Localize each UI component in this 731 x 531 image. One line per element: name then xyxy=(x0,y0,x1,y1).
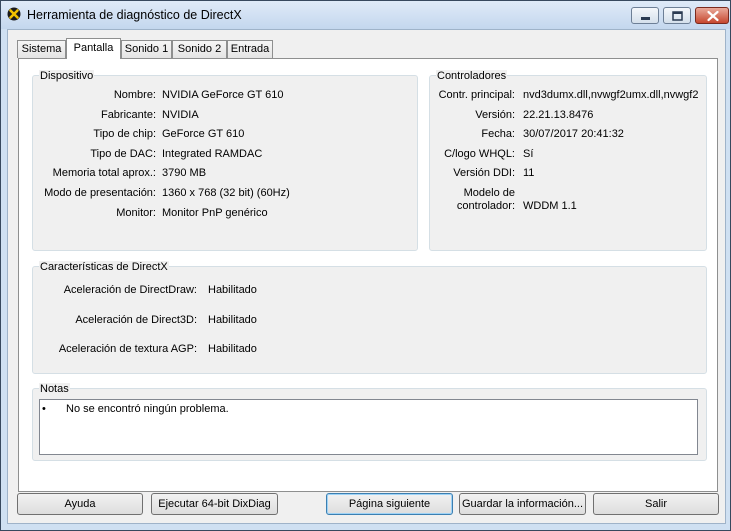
maximize-icon xyxy=(672,11,683,21)
tab-sonido-1[interactable]: Sonido 1 xyxy=(121,40,172,58)
direct3d-accel-value: Habilitado xyxy=(208,314,257,326)
directdraw-accel-label: Aceleración de DirectDraw: xyxy=(63,284,197,296)
chip-type-label: Tipo de chip: xyxy=(93,128,156,140)
notes-text: No se encontró ningún problema. xyxy=(66,403,229,415)
tab-sonido-2[interactable]: Sonido 2 xyxy=(172,40,227,58)
monitor-label: Monitor: xyxy=(116,207,156,219)
notes-title: Notas xyxy=(39,383,70,395)
manufacturer-value: NVIDIA xyxy=(162,109,199,121)
ddi-version-value: 11 xyxy=(523,167,535,179)
main-driver-label: Contr. principal: xyxy=(438,89,515,101)
device-name-label: Nombre: xyxy=(113,89,156,101)
notes-bullet: • xyxy=(42,403,46,415)
close-icon xyxy=(707,10,719,22)
tab-sistema[interactable]: Sistema xyxy=(17,40,66,58)
whql-label: C/logo WHQL: xyxy=(444,148,515,160)
driver-model-value: WDDM 1.1 xyxy=(523,200,577,212)
dxdiag-window: Herramienta de diagnóstico de DirectX Si… xyxy=(0,0,731,531)
tab-pantalla[interactable]: Pantalla xyxy=(66,38,121,59)
driver-version-label: Versión: xyxy=(475,109,515,121)
directx-icon xyxy=(7,7,21,21)
manufacturer-label: Fabricante: xyxy=(100,109,156,121)
ddi-version-label: Versión DDI: xyxy=(453,167,515,179)
driver-version-value: 22.21.13.8476 xyxy=(523,109,594,121)
total-memory-label: Memoria total aprox.: xyxy=(52,167,156,179)
dac-type-label: Tipo de DAC: xyxy=(90,148,156,160)
maximize-button[interactable] xyxy=(663,7,691,24)
total-memory-value: 3790 MB xyxy=(162,167,207,179)
next-page-button[interactable]: Página siguiente xyxy=(326,493,453,515)
run-64bit-dxdiag-button[interactable]: Ejecutar 64-bit DixDiag xyxy=(151,493,278,515)
drivers-group-title: Controladores xyxy=(436,70,508,82)
device-group xyxy=(32,75,418,251)
help-button[interactable]: Ayuda xyxy=(17,493,143,515)
device-group-title: Dispositivo xyxy=(39,70,95,82)
save-info-button[interactable]: Guardar la información... xyxy=(459,493,586,515)
tab-entrada[interactable]: Entrada xyxy=(227,40,273,58)
agp-texture-accel-value: Habilitado xyxy=(208,343,257,355)
driver-model-label-line1: Modelo de xyxy=(463,187,515,199)
window-title: Herramienta de diagnóstico de DirectX xyxy=(27,8,242,22)
close-button[interactable] xyxy=(695,7,729,24)
chip-type-value: GeForce GT 610 xyxy=(162,128,245,140)
dac-type-value: Integrated RAMDAC xyxy=(162,148,263,160)
drivers-group xyxy=(429,75,707,251)
title-bar[interactable]: Herramienta de diagnóstico de DirectX xyxy=(1,1,730,29)
directx-features-title: Características de DirectX xyxy=(39,261,169,273)
minimize-icon xyxy=(641,17,650,20)
agp-texture-accel-label: Aceleración de textura AGP: xyxy=(58,343,197,355)
driver-date-value: 30/07/2017 20:41:32 xyxy=(523,128,624,140)
exit-button[interactable]: Salir xyxy=(593,493,719,515)
directdraw-accel-value: Habilitado xyxy=(208,284,257,296)
driver-date-label: Fecha: xyxy=(481,128,515,140)
display-mode-label: Modo de presentación: xyxy=(44,187,156,199)
monitor-value: Monitor PnP genérico xyxy=(162,207,268,219)
main-driver-value: nvd3dumx.dll,nvwgf2umx.dll,nvwgf2 xyxy=(523,89,699,101)
driver-model-label-line2: controlador: xyxy=(456,200,515,212)
device-name-value: NVIDIA GeForce GT 610 xyxy=(162,89,284,101)
minimize-button[interactable] xyxy=(631,7,659,24)
display-mode-value: 1360 x 768 (32 bit) (60Hz) xyxy=(162,187,290,199)
whql-value: Sí xyxy=(523,148,534,160)
direct3d-accel-label: Aceleración de Direct3D: xyxy=(75,314,197,326)
